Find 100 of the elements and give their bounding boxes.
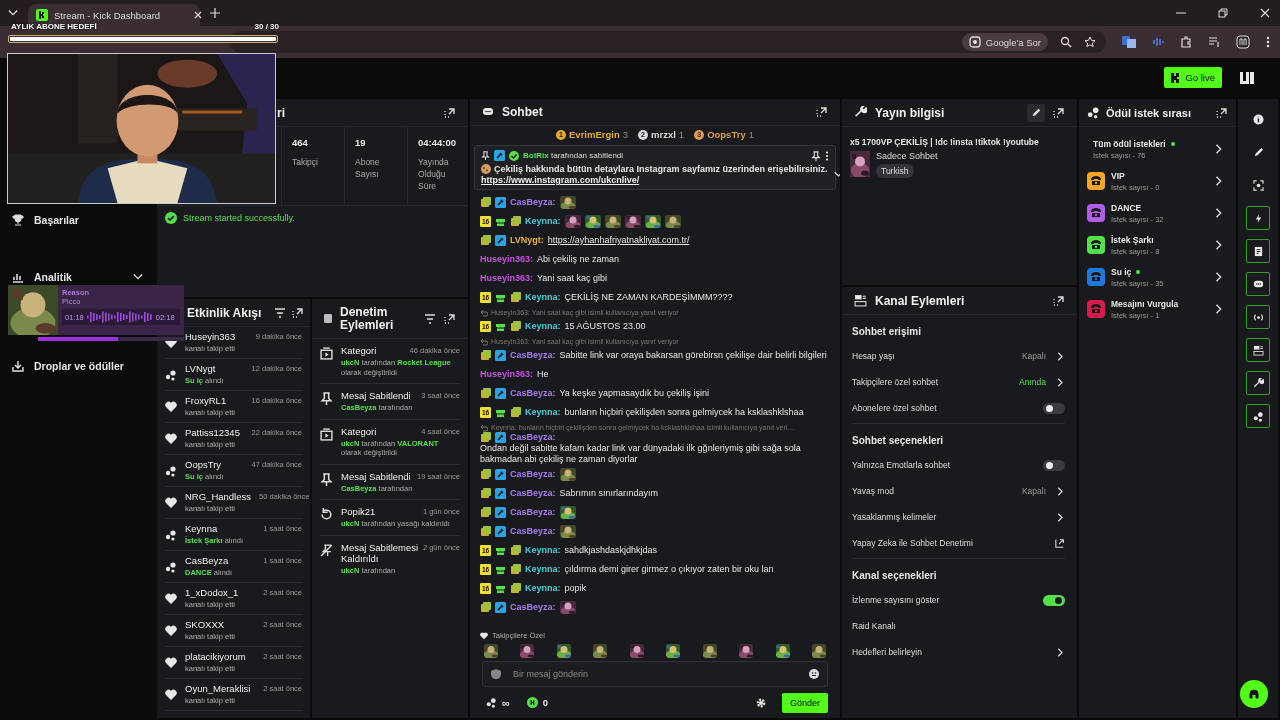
chat-username[interactable]: CasBeyza: bbox=[510, 469, 556, 480]
moderator-badge-icon bbox=[495, 488, 506, 499]
gift-icon bbox=[495, 321, 506, 332]
chat-username[interactable]: Huseyin363: bbox=[480, 273, 534, 284]
category-name[interactable]: Sadece Sohbet bbox=[876, 151, 938, 161]
chat-username[interactable]: Huseyin363: bbox=[480, 369, 534, 380]
setting-row[interactable]: Takipçilere özel sohbet Anında bbox=[852, 369, 1065, 395]
widget-button[interactable] bbox=[1246, 305, 1270, 329]
user-name[interactable]: NRG_Handless bbox=[185, 491, 251, 503]
user-name[interactable]: platacikiyorum bbox=[185, 651, 246, 663]
widget-button[interactable] bbox=[1246, 371, 1270, 395]
user-name[interactable]: Huseyin363 bbox=[185, 331, 236, 343]
address-bar[interactable]: Google'a Sor bbox=[230, 31, 1106, 53]
setting-row[interactable]: Hedefleri belirleyin bbox=[852, 639, 1065, 665]
chat-username[interactable]: Keynna: bbox=[525, 216, 561, 227]
popout-icon[interactable] bbox=[1053, 106, 1065, 119]
chat-link[interactable]: https://ayhanhafriyatnakliyat.com.tr/ bbox=[547, 235, 690, 246]
filter-icon[interactable] bbox=[424, 312, 436, 325]
popout-icon[interactable] bbox=[444, 106, 456, 119]
user-name[interactable]: FroxyRL1 bbox=[185, 395, 227, 407]
chat-username[interactable]: Keynna: bbox=[525, 321, 561, 332]
tab-list-icon[interactable] bbox=[8, 8, 18, 18]
widget-button[interactable] bbox=[1246, 272, 1270, 296]
popout-icon[interactable] bbox=[292, 306, 304, 319]
setting-row[interactable]: Raid Kanalı bbox=[852, 613, 1065, 639]
chat-username[interactable]: Keynna: bbox=[525, 292, 561, 303]
popout-icon[interactable] bbox=[444, 312, 456, 325]
chat-username[interactable]: CasBeyza: bbox=[510, 488, 556, 499]
edit-button[interactable] bbox=[1027, 103, 1045, 122]
chat-username[interactable]: Keynna: bbox=[525, 564, 561, 575]
widget-button[interactable] bbox=[1246, 239, 1270, 263]
user-name[interactable]: CasBeyza bbox=[185, 555, 229, 567]
setting-row[interactable]: İzlenme sayısını göster bbox=[852, 587, 1065, 613]
chat-username[interactable]: Huseyin363: bbox=[480, 254, 534, 265]
toggle-switch[interactable] bbox=[1043, 459, 1065, 471]
popout-icon[interactable] bbox=[1053, 294, 1065, 307]
sidebar-item[interactable]: Başarılar bbox=[12, 212, 143, 228]
settings-icon[interactable] bbox=[754, 696, 767, 709]
chat-username[interactable]: CasBeyza: bbox=[510, 388, 556, 399]
profile-icon[interactable] bbox=[1236, 35, 1250, 49]
new-tab-icon[interactable] bbox=[210, 8, 220, 18]
more-icon[interactable] bbox=[825, 150, 829, 161]
chat-username[interactable]: CasBeyza: bbox=[510, 350, 556, 361]
star-icon[interactable] bbox=[1084, 36, 1096, 48]
ask-google-button[interactable]: Google'a Sor bbox=[961, 33, 1048, 51]
restore-icon[interactable] bbox=[1218, 8, 1228, 18]
chevron-down-icon[interactable] bbox=[833, 170, 840, 179]
popout-icon[interactable] bbox=[816, 106, 828, 118]
moderator-badge-icon bbox=[495, 469, 506, 480]
sidebar-item[interactable]: Droplar ve ödüller bbox=[12, 358, 143, 374]
chat-username[interactable]: LVNygt: bbox=[510, 235, 544, 246]
channel-logo-icon[interactable] bbox=[1238, 69, 1256, 86]
emoji-icon[interactable] bbox=[809, 669, 819, 679]
chat-username[interactable]: Keynna: bbox=[525, 407, 561, 418]
translate-icon[interactable] bbox=[1122, 36, 1136, 48]
setting-row[interactable]: Abonelere özel sohbet bbox=[852, 395, 1065, 421]
pencil-icon bbox=[1252, 146, 1264, 158]
media-icon[interactable] bbox=[1208, 36, 1220, 48]
user-name[interactable]: LVNygt bbox=[185, 363, 216, 375]
setting-row[interactable]: Yapay Zeka ile Sohbet Denetimi bbox=[852, 530, 1065, 556]
moderator-badge-icon bbox=[495, 197, 506, 208]
message-input[interactable]: Bir mesaj gönderin bbox=[511, 668, 799, 680]
user-name[interactable]: SKOXXX bbox=[185, 619, 225, 631]
sound-waves-icon[interactable] bbox=[1152, 36, 1164, 48]
sidebar-item[interactable]: Analitik bbox=[12, 269, 143, 285]
user-name[interactable]: 1_xDodox_1 bbox=[185, 587, 239, 599]
send-button[interactable]: Gönder bbox=[781, 692, 828, 713]
setting-row[interactable]: Yalnızca Emotlarla sohbet bbox=[852, 452, 1065, 478]
panel-title: Kanal Eylemleri bbox=[875, 293, 965, 308]
setting-row[interactable]: Hesap yaşı Kapalı bbox=[852, 343, 1065, 369]
setting-row[interactable]: Yavaş mod Kapalı bbox=[852, 478, 1065, 504]
go-live-button[interactable]: Go live bbox=[1164, 67, 1222, 88]
chat-username[interactable]: CasBeyza: bbox=[510, 602, 556, 613]
filter-icon[interactable] bbox=[274, 306, 286, 319]
zoom-icon[interactable] bbox=[1060, 36, 1072, 48]
chat-username[interactable]: CasBeyza: bbox=[510, 432, 556, 443]
user-name[interactable]: OopsTry bbox=[185, 459, 222, 471]
support-button[interactable] bbox=[1240, 680, 1268, 708]
pinned-text: Çekiliş hakkında bütün detaylara Instagram sayfamız üzerinden erişebilirsiniz. bbox=[481, 164, 828, 174]
puzzle-icon[interactable] bbox=[1180, 36, 1192, 48]
chat-username[interactable]: Keynna: bbox=[525, 545, 561, 556]
toggle-switch[interactable] bbox=[1043, 594, 1065, 606]
pinned-link[interactable]: https://www.instagram.com/ukcnlive/ bbox=[481, 175, 640, 185]
chat-username[interactable]: CasBeyza: bbox=[510, 507, 556, 518]
widget-button[interactable] bbox=[1246, 404, 1270, 428]
chat-username[interactable]: Keynna: bbox=[525, 583, 561, 594]
menu-icon[interactable] bbox=[1266, 36, 1270, 48]
toggle-switch[interactable] bbox=[1043, 402, 1065, 414]
widget-button[interactable] bbox=[1246, 338, 1270, 362]
user-name[interactable]: Keynna bbox=[185, 523, 218, 535]
chat-username[interactable]: CasBeyza: bbox=[510, 197, 556, 208]
setting-row[interactable]: Yasaklanmış kelimeler bbox=[852, 504, 1065, 530]
close-icon[interactable] bbox=[194, 11, 203, 19]
pin-icon[interactable] bbox=[811, 150, 821, 161]
chat-username[interactable]: CasBeyza: bbox=[510, 526, 556, 537]
close-icon[interactable] bbox=[1260, 8, 1270, 18]
message-field[interactable]: Bir mesaj gönderin bbox=[482, 661, 828, 687]
popout-icon[interactable] bbox=[1216, 106, 1228, 119]
user-name[interactable]: Oyun_Meraklisi bbox=[185, 683, 251, 695]
user-name[interactable]: Pattiss12345 bbox=[185, 427, 240, 439]
